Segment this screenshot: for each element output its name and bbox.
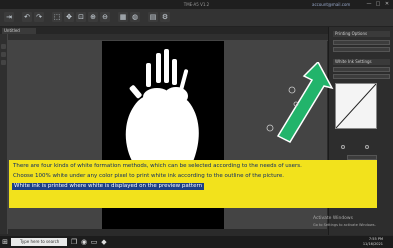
- tool-icon[interactable]: [1, 44, 6, 49]
- main-toolbar: ⇥ ↶ ↷ ⬚ ✥ ⊡ ⊕ ⊖ ▦ ◍ ▤ ⚙: [0, 9, 393, 27]
- crop-icon[interactable]: ⊡: [76, 12, 86, 22]
- grid-icon[interactable]: ▦: [118, 12, 128, 22]
- caption-banner: There are four kinds of white formation …: [9, 160, 377, 208]
- redo-icon[interactable]: ↷: [34, 12, 44, 22]
- account-label[interactable]: account@mail.com: [312, 0, 350, 9]
- zoom-out-icon[interactable]: ⊖: [100, 12, 110, 22]
- zoom-in-icon[interactable]: ⊕: [88, 12, 98, 22]
- activate-windows-watermark: Activate Windows Go to Settings to activ…: [313, 216, 376, 228]
- document-tabs: Untitled: [0, 27, 328, 34]
- panel-field[interactable]: [333, 40, 390, 45]
- watermark-text: Go to Settings to activate Windows.: [313, 223, 376, 227]
- panel-header: Printing Options: [333, 31, 390, 37]
- move-icon[interactable]: ✥: [64, 12, 74, 22]
- close-button[interactable]: ✕: [383, 1, 391, 8]
- app-icon[interactable]: ◆: [100, 238, 108, 246]
- clock-date: 11/16/2021: [362, 242, 383, 246]
- white-mode-select[interactable]: [333, 74, 390, 79]
- curve-editor[interactable]: [335, 83, 377, 129]
- chrome-icon[interactable]: ◉: [80, 238, 88, 246]
- folder-icon[interactable]: ▭: [90, 238, 98, 246]
- horizontal-ruler: [7, 34, 328, 41]
- ring-marks: [266, 86, 299, 132]
- caption-line: White ink is printed where white is disp…: [12, 183, 205, 190]
- highlight-radio[interactable]: [341, 145, 345, 149]
- maximize-button[interactable]: □: [374, 1, 382, 8]
- task-view-icon[interactable]: ❐: [70, 238, 78, 246]
- caption-line: There are four kinds of white formation …: [13, 163, 302, 169]
- inverse-radio[interactable]: [365, 145, 369, 149]
- tool-icon[interactable]: [1, 60, 6, 65]
- select-icon[interactable]: ⬚: [52, 12, 62, 22]
- taskbar-search[interactable]: Type here to search: [11, 238, 67, 246]
- tool-strip: [0, 40, 7, 230]
- curve-graph: [335, 83, 377, 129]
- caption-line: Choose 100% white under any color pixel …: [13, 173, 284, 179]
- taskbar: ⊞ Type here to search ❐ ◉ ▭ ◆ 7:55 PM 11…: [0, 236, 393, 248]
- panel-field[interactable]: [333, 47, 390, 52]
- exit-icon[interactable]: ⇥: [4, 12, 14, 22]
- windows-start-icon[interactable]: ⊞: [1, 238, 9, 246]
- print-icon[interactable]: ▤: [148, 12, 158, 22]
- title-bar: TME-A5 V1.2 account@mail.com — □ ✕: [0, 0, 393, 9]
- minimize-button[interactable]: —: [365, 1, 373, 8]
- white-mode-select[interactable]: [333, 67, 390, 72]
- settings-icon[interactable]: ⚙: [160, 12, 170, 22]
- white-ink-header: White Ink Settings: [333, 59, 390, 65]
- system-tray[interactable]: 7:55 PM 11/16/2021: [333, 237, 383, 247]
- undo-icon[interactable]: ↶: [22, 12, 32, 22]
- tool-icon[interactable]: [1, 52, 6, 57]
- color-wheel-icon[interactable]: ◍: [130, 12, 140, 22]
- search-placeholder: Type here to search: [20, 239, 60, 244]
